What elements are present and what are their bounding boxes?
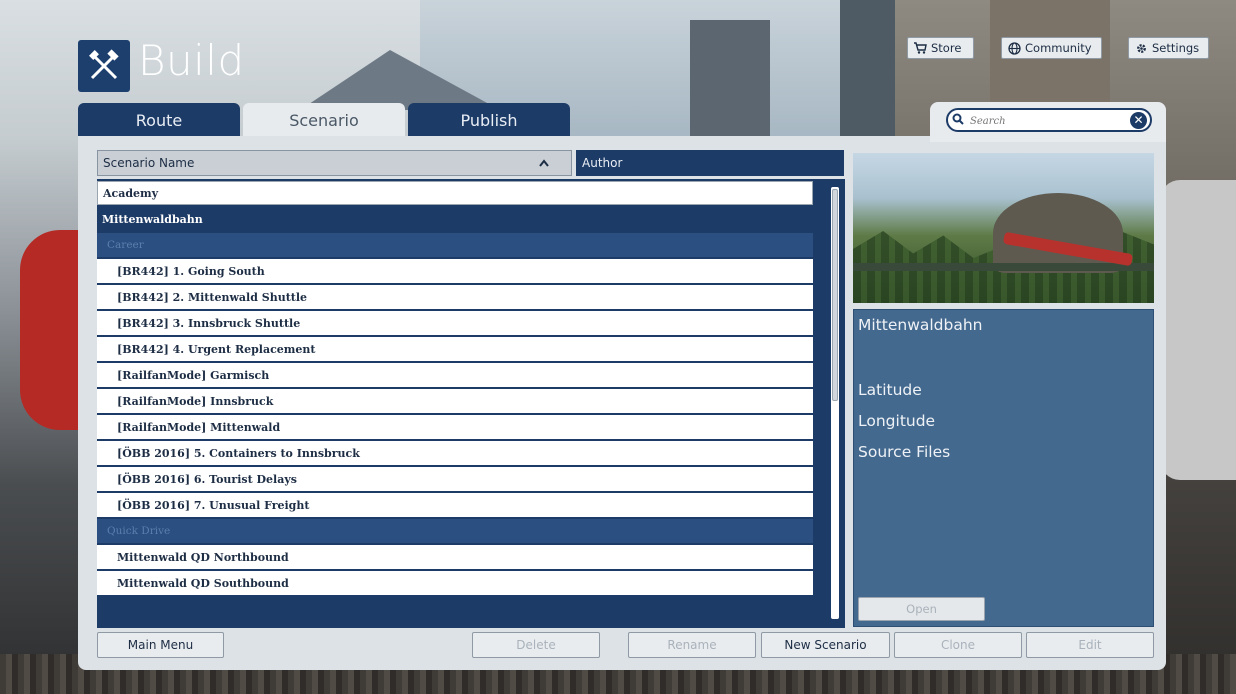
train-graphic-right: [1160, 180, 1236, 480]
column-header-scenario-name[interactable]: Scenario Name: [97, 150, 572, 176]
community-label: Community: [1025, 41, 1092, 55]
gear-icon: [1135, 42, 1147, 54]
list-item[interactable]: [ÖBB 2016] 7. Unusual Freight: [97, 493, 813, 517]
store-label: Store: [931, 41, 962, 55]
scenario-preview-image: [853, 153, 1154, 303]
list-item[interactable]: [BR442] 1. Going South: [97, 259, 813, 283]
rename-button[interactable]: Rename: [628, 632, 756, 658]
city-tower: [690, 20, 770, 140]
scenario-info-panel: Mittenwaldbahn Latitude Longitude Source…: [853, 309, 1154, 627]
list-item[interactable]: [BR442] 2. Mittenwald Shuttle: [97, 285, 813, 309]
list-category-header[interactable]: Quick Drive: [97, 519, 813, 543]
latitude-label: Latitude: [858, 381, 922, 399]
list-item[interactable]: Academy: [97, 181, 813, 205]
settings-label: Settings: [1152, 41, 1200, 55]
page-title: Build: [138, 36, 245, 85]
list-scrollbar-thumb[interactable]: [832, 189, 838, 401]
mountain-graphic: [300, 50, 500, 110]
main-menu-button[interactable]: Main Menu: [97, 632, 224, 658]
list-item[interactable]: [RailfanMode] Innsbruck: [97, 389, 813, 413]
search-icon: [952, 113, 964, 128]
scenario-list: Academy Mittenwaldbahn Career [BR442] 1.…: [97, 179, 845, 628]
clear-search-icon[interactable]: ✕: [1130, 112, 1147, 129]
search-box: ✕: [946, 108, 1152, 132]
build-logo-icon: [78, 40, 130, 92]
column-header-label: Scenario Name: [103, 156, 195, 170]
list-item[interactable]: [ÖBB 2016] 6. Tourist Delays: [97, 467, 813, 491]
list-item[interactable]: Mittenwald QD Southbound: [97, 571, 813, 595]
list-item[interactable]: Mittenwald QD Northbound: [97, 545, 813, 569]
open-button[interactable]: Open: [858, 597, 985, 621]
list-category-header[interactable]: Career: [97, 233, 813, 257]
settings-button[interactable]: Settings: [1128, 37, 1209, 59]
globe-icon: [1008, 42, 1021, 55]
column-header-author[interactable]: Author: [576, 150, 844, 176]
tab-publish[interactable]: Publish: [408, 103, 570, 137]
new-scenario-button[interactable]: New Scenario: [761, 632, 890, 658]
longitude-label: Longitude: [858, 412, 936, 430]
community-button[interactable]: Community: [1001, 37, 1102, 59]
search-input[interactable]: [968, 111, 1122, 131]
list-item[interactable]: [BR442] 4. Urgent Replacement: [97, 337, 813, 361]
source-files-label: Source Files: [858, 443, 951, 461]
store-button[interactable]: Store: [907, 37, 974, 59]
list-item[interactable]: [RailfanMode] Garmisch: [97, 363, 813, 387]
city-tower: [840, 0, 895, 140]
cart-icon: [914, 42, 927, 54]
tab-scenario[interactable]: Scenario: [243, 103, 405, 137]
edit-button[interactable]: Edit: [1026, 632, 1154, 658]
list-item[interactable]: [ÖBB 2016] 5. Containers to Innsbruck: [97, 441, 813, 465]
delete-button[interactable]: Delete: [472, 632, 600, 658]
clone-button[interactable]: Clone: [894, 632, 1022, 658]
list-item[interactable]: [RailfanMode] Mittenwald: [97, 415, 813, 439]
scenario-info-name: Mittenwaldbahn: [858, 316, 983, 334]
preview-bridge: [853, 263, 1154, 271]
sort-ascending-icon: [539, 156, 549, 170]
list-item-selected[interactable]: Mittenwaldbahn: [97, 207, 813, 231]
list-item[interactable]: [BR442] 3. Innsbruck Shuttle: [97, 311, 813, 335]
tab-route[interactable]: Route: [78, 103, 240, 137]
